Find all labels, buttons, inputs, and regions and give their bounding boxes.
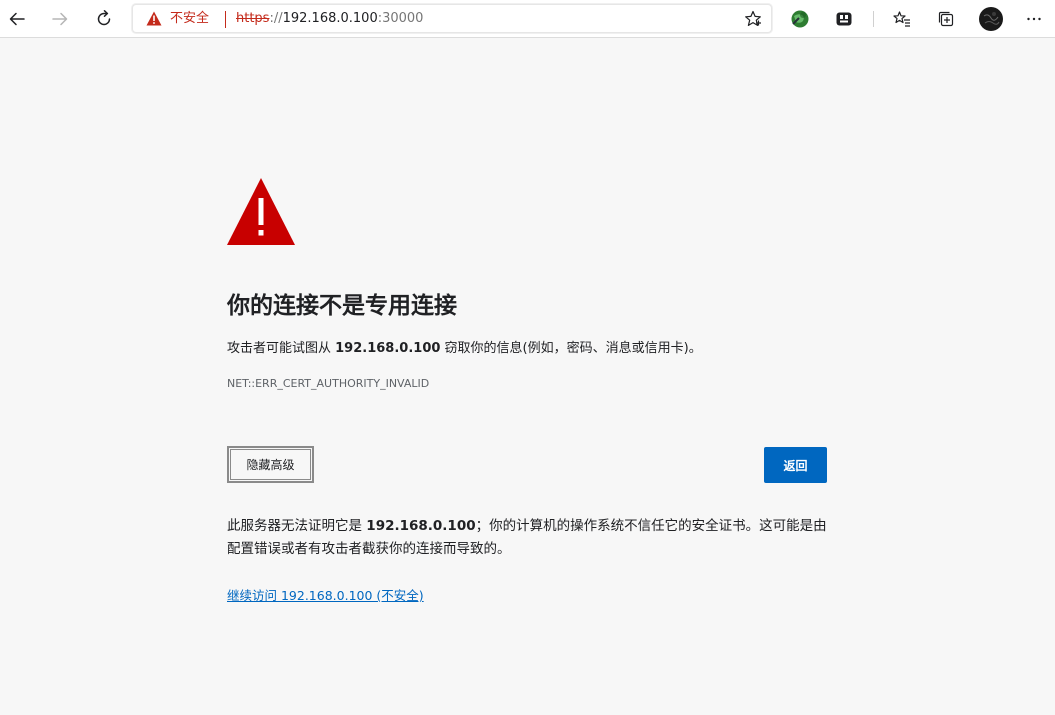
- url-host: 192.168.0.100: [282, 11, 378, 26]
- extension-game-button[interactable]: [829, 4, 859, 34]
- detail-host: 192.168.0.100: [366, 518, 476, 534]
- browser-toolbar: 不安全 https://192.168.0.100:30000: [0, 0, 1055, 38]
- desc-suffix: 窃取你的信息(例如，密码、消息或信用卡)。: [440, 341, 702, 356]
- toolbar-divider: [873, 11, 874, 27]
- url-scheme: https: [236, 11, 270, 26]
- back-arrow-icon: [9, 12, 25, 26]
- profile-button[interactable]: [976, 4, 1006, 34]
- back-to-safety-button[interactable]: 返回: [764, 447, 827, 483]
- desc-prefix: 攻击者可能试图从: [227, 341, 336, 356]
- favorites-button[interactable]: [887, 4, 917, 34]
- not-secure-label[interactable]: 不安全: [170, 10, 209, 27]
- collections-icon: [938, 11, 954, 27]
- more-menu-button[interactable]: [1019, 4, 1049, 34]
- extension-globe-button[interactable]: [785, 4, 815, 34]
- proceed-unsafe-link[interactable]: 继续访问 192.168.0.100 (不安全): [227, 587, 424, 604]
- star-icon: [745, 10, 761, 26]
- url-separator: ://: [269, 11, 283, 26]
- detail-prefix: 此服务器无法证明它是: [227, 518, 367, 534]
- gamepad-extension-icon: [836, 12, 852, 26]
- refresh-button[interactable]: [89, 4, 119, 34]
- profile-avatar-icon: [979, 7, 1003, 31]
- address-separator: [225, 11, 226, 28]
- advanced-details: 此服务器无法证明它是 192.168.0.100；你的计算机的操作系统不信任它的…: [227, 515, 827, 561]
- more-menu-icon: [1027, 17, 1041, 21]
- warning-triangle-icon: [146, 11, 162, 26]
- warning-description: 攻击者可能试图从 192.168.0.100 窃取你的信息(例如，密码、消息或信…: [227, 340, 827, 358]
- desc-host: 192.168.0.100: [335, 341, 441, 356]
- add-favorite-button[interactable]: [742, 8, 764, 30]
- address-bar[interactable]: 不安全 https://192.168.0.100:30000: [132, 4, 772, 33]
- globe-extension-icon: [791, 10, 809, 28]
- forward-arrow-icon: [52, 12, 68, 26]
- back-button[interactable]: [2, 4, 32, 34]
- warning-triangle-icon: [227, 178, 295, 245]
- url-port: :30000: [377, 11, 424, 26]
- url-text[interactable]: https://192.168.0.100:30000: [236, 10, 423, 27]
- forward-button[interactable]: [45, 4, 75, 34]
- collections-button[interactable]: [931, 4, 961, 34]
- hide-advanced-button[interactable]: 隐藏高级: [227, 446, 314, 483]
- page-title: 你的连接不是专用连接: [227, 293, 457, 319]
- refresh-icon: [97, 10, 111, 26]
- error-code[interactable]: NET::ERR_CERT_AUTHORITY_INVALID: [227, 376, 429, 391]
- favorites-list-icon: [893, 11, 910, 27]
